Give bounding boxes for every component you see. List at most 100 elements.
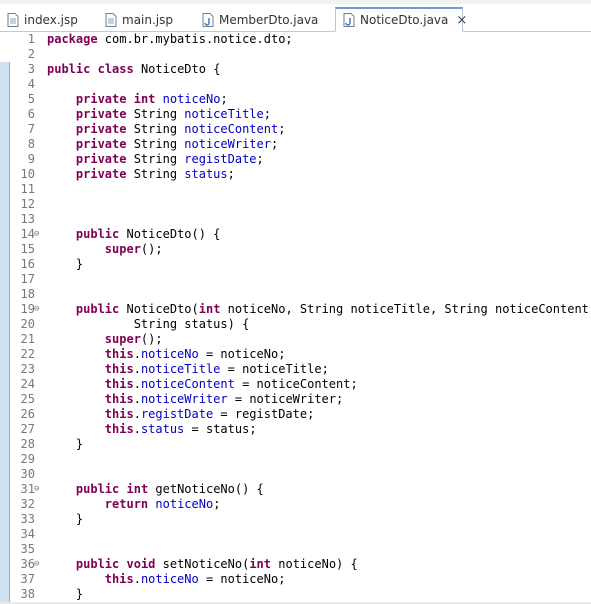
code-token: String: [126, 137, 185, 151]
code-text: public void setNoticeNo(int noticeNo) {: [47, 557, 358, 572]
line-number: 23: [20, 362, 35, 376]
line-number: 31: [20, 482, 35, 496]
code-field: noticeWriter: [140, 392, 228, 406]
line-number: 2: [27, 47, 35, 61]
code-token: ;: [227, 167, 235, 181]
code-line[interactable]: 37 this.noticeNo = noticeNo;: [0, 572, 591, 587]
code-line[interactable]: 38 }: [0, 587, 591, 602]
code-token: ();: [140, 242, 163, 256]
line-number: 37: [20, 572, 35, 586]
code-line[interactable]: 29: [0, 452, 591, 467]
code-line[interactable]: 34: [0, 527, 591, 542]
code-keyword: this: [104, 362, 134, 376]
code-line[interactable]: 17: [0, 272, 591, 287]
tab-memberdto-java[interactable]: MemberDto.java: [195, 7, 332, 32]
code-token: .: [133, 422, 141, 436]
fold-collapse-icon[interactable]: ⊖: [34, 482, 44, 497]
tab-label: index.jsp: [24, 12, 78, 27]
code-field: status: [184, 167, 228, 181]
code-line[interactable]: 11: [0, 182, 591, 197]
code-line[interactable]: 21 super();: [0, 332, 591, 347]
code-line[interactable]: 7 private String noticeContent;: [0, 122, 591, 137]
fold-collapse-icon[interactable]: ⊖: [34, 227, 44, 242]
code-line[interactable]: 20 String status) {: [0, 317, 591, 332]
code-editor[interactable]: 1 package com.br.mybatis.notice.dto; 2 3 pub…: [0, 32, 591, 604]
fold-collapse-icon[interactable]: ⊖: [34, 557, 44, 572]
fold-collapse-icon[interactable]: ⊖: [34, 302, 44, 317]
code-field: noticeNo: [140, 347, 199, 361]
code-token: = registDate;: [213, 407, 315, 421]
code-line[interactable]: 36 ⊖ public void setNoticeNo(int noticeNo…: [0, 557, 591, 572]
code-line[interactable]: 14 ⊖ public NoticeDto() {: [0, 227, 591, 242]
tab-main-jsp[interactable]: main.jsp: [98, 7, 193, 32]
code-line[interactable]: 23 this.noticeTitle = noticeTitle;: [0, 362, 591, 377]
code-line[interactable]: 30: [0, 467, 591, 482]
code-line[interactable]: 24 this.noticeContent = noticeContent;: [0, 377, 591, 392]
code-field: registDate: [140, 407, 214, 421]
code-line[interactable]: 1 package com.br.mybatis.notice.dto;: [0, 32, 591, 47]
code-line[interactable]: 27 this.status = status;: [0, 422, 591, 437]
code-line[interactable]: 10 private String status;: [0, 167, 591, 182]
code-line[interactable]: 33 }: [0, 512, 591, 527]
line-number: 30: [20, 467, 35, 481]
code-line[interactable]: 8 private String noticeWriter;: [0, 137, 591, 152]
code-token: ;: [213, 497, 221, 511]
code-line[interactable]: 6 private String noticeTitle;: [0, 107, 591, 122]
code-field: noticeContent: [184, 122, 279, 136]
code-text: }: [47, 587, 83, 602]
code-line[interactable]: 2: [0, 47, 591, 62]
tab-noticedto-java[interactable]: NoticeDto.java ×: [335, 7, 467, 32]
code-line[interactable]: 12: [0, 197, 591, 212]
tab-index-jsp[interactable]: index.jsp: [0, 7, 93, 32]
code-text: this.noticeNo = noticeNo;: [47, 572, 286, 587]
code-field: noticeContent: [140, 377, 235, 391]
close-icon[interactable]: ×: [456, 13, 467, 28]
line-number: 8: [27, 137, 35, 151]
line-number: 21: [20, 332, 35, 346]
code-line[interactable]: 4: [0, 77, 591, 92]
code-line[interactable]: 9 private String registDate;: [0, 152, 591, 167]
code-token: String: [126, 152, 185, 166]
code-line[interactable]: 25 this.noticeWriter = noticeWriter;: [0, 392, 591, 407]
code-line[interactable]: 13: [0, 212, 591, 227]
code-line[interactable]: 18: [0, 287, 591, 302]
line-number: 22: [20, 347, 35, 361]
code-text: private String noticeWriter;: [47, 137, 278, 152]
code-line[interactable]: 35: [0, 542, 591, 557]
code-keyword: this: [104, 347, 134, 361]
code-token: ();: [140, 332, 163, 346]
code-line[interactable]: 26 this.registDate = registDate;: [0, 407, 591, 422]
code-line[interactable]: 28 }: [0, 437, 591, 452]
editor-tab-bar: index.jsp main.jsp MemberDto.java Notice…: [0, 0, 591, 32]
code-text: public NoticeDto(int noticeNo, String no…: [47, 302, 591, 317]
code-text: private String noticeTitle;: [47, 107, 271, 122]
code-line[interactable]: 22 this.noticeNo = noticeNo;: [0, 347, 591, 362]
code-keyword: class: [97, 62, 134, 76]
code-text: private int noticeNo;: [47, 92, 228, 107]
code-line[interactable]: 15 super();: [0, 242, 591, 257]
code-token: noticeNo, String noticeTitle, String not…: [227, 302, 591, 316]
line-number: 6: [27, 107, 35, 121]
line-number: 36: [20, 557, 35, 571]
code-field: noticeWriter: [184, 137, 271, 151]
code-field: noticeNo: [155, 497, 214, 511]
code-token: String status) {: [47, 317, 250, 331]
code-line[interactable]: 32 return noticeNo;: [0, 497, 591, 512]
code-line[interactable]: 5 private int noticeNo;: [0, 92, 591, 107]
code-line[interactable]: 16 }: [0, 257, 591, 272]
code-text: this.noticeContent = noticeContent;: [47, 377, 358, 392]
line-number: 10: [20, 167, 35, 181]
line-number: 33: [20, 512, 35, 526]
code-line[interactable]: 19 ⊖ public NoticeDto(int noticeNo, Strin…: [0, 302, 591, 317]
code-line[interactable]: 31 ⊖ public int getNoticeNo() {: [0, 482, 591, 497]
code-token: noticeNo) {: [271, 557, 358, 571]
code-line[interactable]: 3 public class NoticeDto {: [0, 62, 591, 77]
code-text: this.status = status;: [47, 422, 257, 437]
